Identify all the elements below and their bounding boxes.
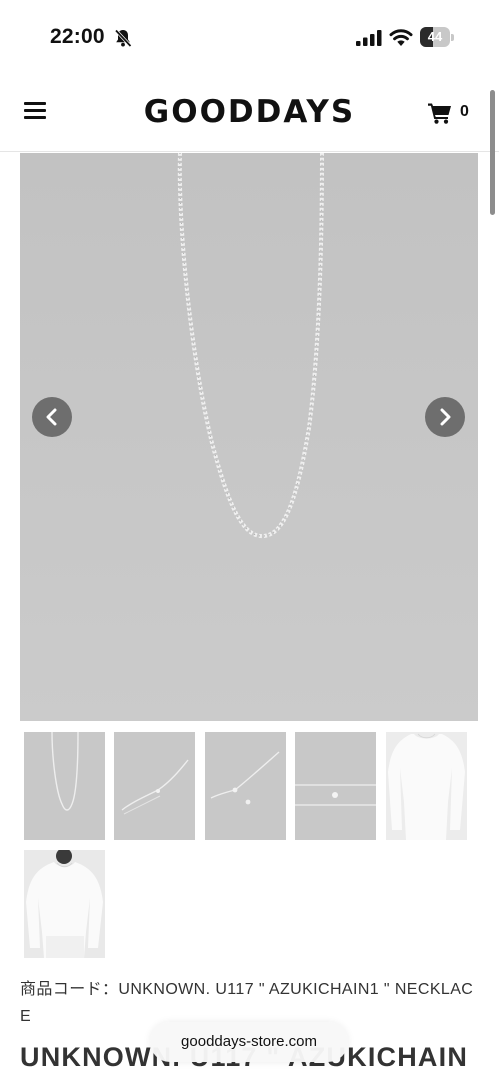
site-logo[interactable]: GOODDAYS (100, 94, 399, 130)
carousel-next-button[interactable] (425, 397, 465, 437)
thumbnail-1[interactable] (24, 732, 105, 840)
cart-icon (428, 103, 451, 124)
hamburger-icon[interactable] (24, 102, 46, 122)
cart-button[interactable]: 0 (428, 102, 478, 126)
status-bar: 22:00 44 (0, 0, 499, 72)
thumbnail-4[interactable] (295, 732, 376, 840)
thumbnail-necklace-image (295, 784, 376, 806)
thumbnail-2[interactable] (114, 732, 195, 840)
product-main-image[interactable] (20, 153, 478, 721)
thumbnail-6[interactable] (24, 850, 105, 958)
necklace-image (20, 153, 478, 721)
thumbnail-3[interactable] (205, 732, 286, 840)
thumbnail-model-image (24, 850, 105, 958)
page-scrollbar[interactable] (490, 90, 495, 215)
menu-line (24, 109, 46, 112)
signal-icon (356, 30, 382, 46)
wifi-icon (389, 29, 413, 46)
battery-cap (451, 34, 454, 41)
thumbnail-necklace-image (121, 759, 189, 815)
thumbnail-necklace-image (51, 732, 79, 811)
status-time: 22:00 (50, 25, 105, 48)
chevron-right-icon (440, 408, 451, 426)
carousel-prev-button[interactable] (32, 397, 72, 437)
browser-url-bar[interactable]: gooddays-store.com (150, 1022, 348, 1062)
battery-icon: 44 (420, 27, 454, 47)
bell-slash-icon (114, 29, 132, 48)
thumbnail-5[interactable] (386, 732, 467, 840)
chevron-left-icon (46, 408, 57, 426)
cart-count: 0 (460, 103, 469, 120)
thumbnail-model-image (386, 732, 467, 840)
battery-level: 44 (427, 29, 443, 44)
site-header: GOODDAYS 0 (0, 72, 499, 152)
thumbnail-necklace-image (210, 751, 280, 805)
battery-body: 44 (420, 27, 450, 47)
menu-line (24, 116, 46, 119)
menu-line (24, 102, 46, 105)
